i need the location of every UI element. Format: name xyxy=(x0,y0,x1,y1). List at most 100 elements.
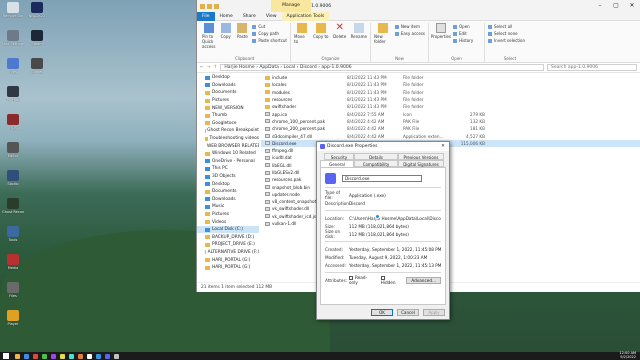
file-row[interactable]: d3dcompiler_47.dll 8/4/2022 4:42 AM Applic… xyxy=(261,132,640,139)
nav-item[interactable]: Desktop xyxy=(197,74,259,82)
manage-context-tab[interactable]: Manage xyxy=(271,0,311,12)
nav-item[interactable]: HARI_PORTAL (G:) xyxy=(197,264,259,272)
select-none-button[interactable]: Select none xyxy=(488,31,525,36)
nav-item[interactable]: Downloads xyxy=(197,196,259,204)
cut-button[interactable]: Cut xyxy=(252,24,287,29)
maximize-button[interactable]: ▢ xyxy=(608,0,624,12)
forward-arrow-icon[interactable]: → xyxy=(207,65,211,70)
advanced-button[interactable]: Advanced... xyxy=(406,276,441,284)
tab-security[interactable]: Security xyxy=(324,153,354,160)
taskbar-app-icon[interactable] xyxy=(60,353,65,359)
desktop-shortcut[interactable]: Recycle Bin xyxy=(2,2,24,18)
nav-item[interactable]: Downloads xyxy=(197,82,259,90)
quick-access-toolbar[interactable] xyxy=(200,3,219,9)
copy-path-button[interactable]: Copy path xyxy=(252,31,287,36)
file-name-field[interactable]: Discord.exe xyxy=(342,174,422,182)
nav-item[interactable]: WEB BROWSER RELATED xyxy=(197,142,259,150)
tab-compatibility[interactable]: Compatibility xyxy=(354,160,398,167)
taskbar-app-icon[interactable] xyxy=(15,353,20,359)
system-tray-clock[interactable]: 12:00 AM 9/2/2022 xyxy=(619,352,636,359)
select-all-button[interactable]: Select all xyxy=(488,24,525,29)
desktop-shortcut[interactable]: Editor xyxy=(2,142,24,158)
nav-item[interactable]: NEW_VERSION xyxy=(197,104,259,112)
file-row[interactable]: include 8/1/2022 11:43 PM File folder xyxy=(261,74,640,81)
taskbar-app-icon[interactable] xyxy=(33,353,38,359)
taskbar-app-icon[interactable] xyxy=(96,353,101,359)
taskbar-app-icon[interactable] xyxy=(51,353,56,359)
nav-item[interactable]: ALTERNATIVE DRIVE (F:) xyxy=(197,249,259,257)
hidden-checkbox[interactable]: Hidden xyxy=(380,275,402,285)
nav-item[interactable]: HARI_PORTAL (G:) xyxy=(197,256,259,264)
desktop-shortcut[interactable]: NBA2K22 xyxy=(26,2,48,18)
nav-item[interactable]: Pictures xyxy=(197,211,259,219)
desktop-shortcut[interactable]: Studio xyxy=(2,170,24,186)
desktop-shortcut[interactable]: PC Hub xyxy=(2,86,24,102)
desktop-shortcut[interactable]: Player xyxy=(2,310,24,326)
tab-view[interactable]: View xyxy=(261,12,282,21)
desktop-shortcut[interactable]: Mod Settings xyxy=(2,30,24,46)
file-row[interactable]: app.ico 8/4/2022 7:55 AM Icon 279 KB xyxy=(261,110,640,117)
taskbar-app-icon[interactable] xyxy=(87,353,92,359)
nav-item[interactable]: Documents xyxy=(197,188,259,196)
file-row[interactable]: chrome_100_percent.pak 8/4/2022 4:42 AM PA… xyxy=(261,118,640,125)
up-arrow-icon[interactable]: ↑ xyxy=(214,65,218,70)
desktop-shortcut[interactable]: HOS xyxy=(2,114,24,130)
tab-details[interactable]: Details xyxy=(354,153,398,160)
taskbar-app-icon[interactable] xyxy=(42,353,47,359)
nav-item[interactable]: Troubleshooting videos xyxy=(197,135,259,143)
tab-digital-signatures[interactable]: Digital Signatures xyxy=(398,160,444,167)
desktop-shortcut[interactable]: Files xyxy=(2,282,24,298)
new-item-button[interactable]: New item xyxy=(394,24,425,29)
taskbar-app-icon[interactable] xyxy=(105,353,110,359)
taskbar-app-icon[interactable] xyxy=(24,353,29,359)
minimize-button[interactable]: – xyxy=(592,0,608,12)
close-button[interactable]: ✕ xyxy=(624,0,640,12)
ok-button[interactable]: OK xyxy=(371,309,393,316)
tab-share[interactable]: Share xyxy=(238,12,261,21)
taskbar-app-icon[interactable] xyxy=(78,353,83,359)
readonly-checkbox[interactable]: Read-only xyxy=(349,275,376,285)
nav-item[interactable]: Videos xyxy=(197,218,259,226)
nav-item[interactable]: Ghost Recon Breakpoint xyxy=(197,127,259,135)
easy-access-button[interactable]: Easy access xyxy=(394,31,425,36)
edit-button[interactable]: Edit xyxy=(453,31,473,36)
history-button[interactable]: History xyxy=(453,38,473,43)
nav-item[interactable]: 3D Objects xyxy=(197,173,259,181)
tab-previous-versions[interactable]: Previous Versions xyxy=(398,153,444,160)
file-row[interactable]: swiftshader 8/1/2022 11:43 PM File folder xyxy=(261,103,640,110)
nav-item[interactable]: OneDrive - Personal xyxy=(197,158,259,166)
desktop-shortcut[interactable]: Media xyxy=(2,254,24,270)
apply-button[interactable]: Apply xyxy=(423,309,445,316)
nav-item[interactable]: Thumb xyxy=(197,112,259,120)
paste-shortcut-button[interactable]: Paste shortcut xyxy=(252,38,287,43)
cancel-button[interactable]: Cancel xyxy=(397,309,419,316)
open-button[interactable]: Open xyxy=(453,24,473,29)
tab-application-tools[interactable]: Application Tools xyxy=(281,11,330,21)
nav-item[interactable]: Pictures xyxy=(197,97,259,105)
nav-item[interactable]: Local Disk (C:) xyxy=(197,225,259,234)
nav-item[interactable]: BACKUP_DRIVE (D:) xyxy=(197,233,259,241)
dialog-close-button[interactable]: ✕ xyxy=(437,144,449,149)
tab-home[interactable]: Home xyxy=(215,12,238,21)
windows-start-icon[interactable] xyxy=(3,353,9,359)
address-bar[interactable]: Harjie Hosme › AppData › Local › Discord… xyxy=(220,64,544,71)
file-row[interactable]: locales 8/1/2022 11:43 PM File folder xyxy=(261,81,640,88)
back-arrow-icon[interactable]: ← xyxy=(200,65,204,70)
desktop-shortcut[interactable]: Games xyxy=(26,58,48,74)
desktop-shortcut[interactable]: Steam xyxy=(26,30,48,46)
taskbar-app-icon[interactable] xyxy=(69,353,74,359)
nav-item[interactable]: Documents xyxy=(197,89,259,97)
desktop-shortcut[interactable]: Tools xyxy=(2,226,24,242)
nav-item[interactable]: PROJECT_DRIVE (E:) xyxy=(197,241,259,249)
nav-item[interactable]: Windows 10 Related xyxy=(197,150,259,158)
taskbar-app-icon[interactable] xyxy=(114,353,119,359)
desktop-shortcut[interactable]: Ghost Recon xyxy=(2,198,24,214)
nav-item[interactable]: This PC xyxy=(197,165,259,173)
nav-item[interactable]: Music xyxy=(197,203,259,211)
nav-item[interactable]: Googletoce xyxy=(197,120,259,128)
nav-item[interactable]: Desktop xyxy=(197,180,259,188)
invert-selection-button[interactable]: Invert selection xyxy=(488,38,525,43)
file-row[interactable]: resources 8/1/2022 11:43 PM File folder xyxy=(261,96,640,103)
file-row[interactable]: chrome_200_percent.pak 8/4/2022 4:42 AM PA… xyxy=(261,125,640,132)
tab-general[interactable]: General xyxy=(320,160,354,167)
